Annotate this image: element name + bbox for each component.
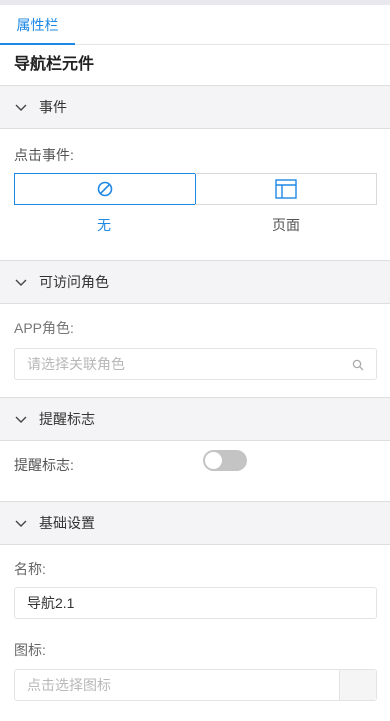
no-link-icon	[97, 181, 113, 197]
section-header-roles[interactable]: 可访问角色	[0, 260, 390, 304]
click-event-label: 点击事件:	[14, 147, 74, 163]
icon-picker[interactable]: 点击选择图标	[14, 669, 377, 701]
role-select-placeholder: 请选择关联角色	[27, 356, 125, 372]
section-title: 提醒标志	[39, 411, 95, 427]
section-header-basic[interactable]: 基础设置	[0, 501, 390, 545]
tab-bar: 属性栏	[0, 5, 390, 45]
section-header-event[interactable]: 事件	[0, 85, 390, 129]
section-title: 基础设置	[39, 515, 95, 531]
chevron-down-icon	[15, 279, 27, 286]
section-header-badge[interactable]: 提醒标志	[0, 397, 390, 441]
badge-toggle[interactable]	[203, 450, 247, 471]
app-role-label: APP角色:	[14, 320, 74, 336]
link-option-page[interactable]	[195, 173, 377, 205]
icon-picker-placeholder: 点击选择图标	[27, 677, 111, 693]
icon-picker-button[interactable]	[339, 670, 376, 700]
name-input[interactable]: 导航2.1	[14, 587, 377, 619]
icon-label: 图标:	[14, 642, 46, 658]
link-option-none-label[interactable]: 无	[14, 215, 194, 235]
badge-label: 提醒标志:	[14, 457, 74, 473]
name-value: 导航2.1	[27, 595, 75, 611]
link-option-none[interactable]	[14, 173, 196, 205]
chevron-down-icon	[15, 520, 27, 527]
role-select[interactable]: 请选择关联角色	[14, 348, 377, 380]
chevron-down-icon	[15, 416, 27, 423]
tab-properties[interactable]: 属性栏	[0, 5, 75, 45]
page-layout-icon	[274, 179, 297, 199]
name-label: 名称:	[14, 561, 46, 577]
link-option-page-label[interactable]: 页面	[196, 215, 376, 235]
section-title: 事件	[39, 99, 67, 115]
section-title: 可访问角色	[39, 274, 109, 290]
toggle-knob	[205, 452, 222, 469]
search-icon	[352, 359, 364, 371]
chevron-down-icon	[15, 104, 27, 111]
component-title: 导航栏元件	[14, 56, 95, 73]
